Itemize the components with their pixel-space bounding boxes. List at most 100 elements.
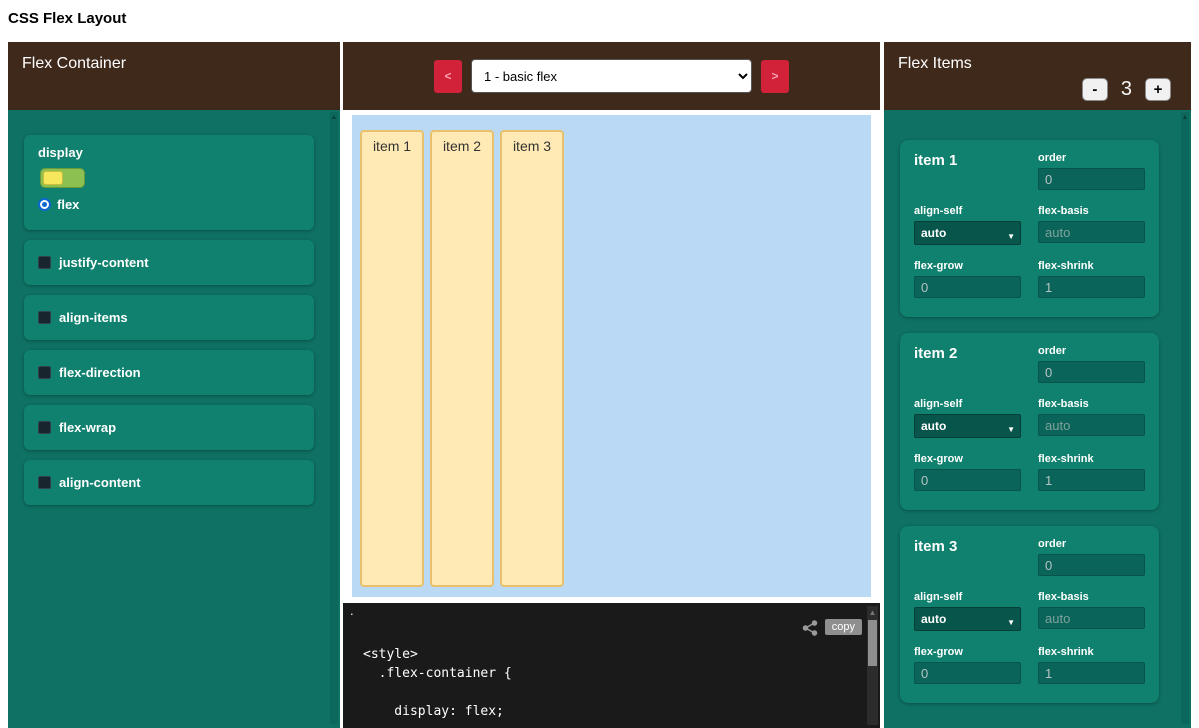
item-3-flex-shrink-input[interactable]: [1038, 662, 1145, 684]
remove-item-button[interactable]: -: [1082, 78, 1108, 101]
item-1-align-self-field: align-self auto ▼: [914, 205, 1021, 245]
item-3-card: item 3 order align-self auto ▼: [900, 526, 1159, 703]
item-2-align-self-select[interactable]: auto: [914, 414, 1021, 438]
center-panel: < 1 - basic flex > item 1 item 2 item 3 …: [343, 42, 880, 728]
item-2-flex-basis-input[interactable]: [1038, 414, 1145, 436]
preset-bar: < 1 - basic flex >: [343, 42, 880, 110]
item-2-title-cell: item 2: [914, 345, 1021, 383]
flex-direction-checkbox[interactable]: [38, 366, 51, 379]
item-1-align-self-select[interactable]: auto: [914, 221, 1021, 245]
item-3-title: item 3: [914, 536, 957, 555]
item-2-title: item 2: [914, 343, 957, 362]
order-label: order: [1038, 152, 1145, 164]
flex-playground: item 1 item 2 item 3: [352, 115, 871, 597]
flex-grow-label: flex-grow: [914, 453, 1021, 465]
code-scroll-thumb[interactable]: [868, 620, 877, 666]
code-scrollbar[interactable]: ▲: [867, 606, 878, 725]
code-scroll-up-icon[interactable]: ▲: [867, 606, 878, 619]
item-3-title-cell: item 3: [914, 538, 1021, 576]
item-3-order-input[interactable]: [1038, 554, 1145, 576]
flex-wrap-checkbox[interactable]: [38, 421, 51, 434]
item-3-align-self-select[interactable]: auto: [914, 607, 1021, 631]
item-1-flex-grow-field: flex-grow: [914, 260, 1021, 298]
item-1-flex-shrink-field: flex-shrink: [1038, 260, 1145, 298]
css-code-block: <style> .flex-container { display: flex;: [363, 645, 512, 721]
item-1-title: item 1: [914, 150, 957, 169]
playground-item-2: item 2: [430, 130, 494, 587]
flex-shrink-label: flex-shrink: [1038, 453, 1145, 465]
item-1-card: item 1 order align-self auto ▼: [900, 140, 1159, 317]
code-panel: . copy <style> .flex-container { display…: [343, 603, 880, 728]
item-1-flex-basis-field: flex-basis: [1038, 205, 1145, 245]
align-self-label: align-self: [914, 398, 1021, 410]
prev-preset-button[interactable]: <: [434, 60, 462, 93]
flex-shrink-label: flex-shrink: [1038, 646, 1145, 658]
align-self-label: align-self: [914, 591, 1021, 603]
item-3-flex-basis-input[interactable]: [1038, 607, 1145, 629]
item-2-flex-shrink-input[interactable]: [1038, 469, 1145, 491]
display-flex-radio-row: flex: [38, 197, 300, 212]
align-self-label: align-self: [914, 205, 1021, 217]
right-panel-scrollbar[interactable]: ▲: [1181, 112, 1189, 724]
align-items-checkbox[interactable]: [38, 311, 51, 324]
align-content-checkbox[interactable]: [38, 476, 51, 489]
align-content-label: align-content: [59, 475, 141, 490]
item-1-flex-grow-input[interactable]: [914, 276, 1021, 298]
copy-button[interactable]: copy: [825, 619, 862, 635]
playground-item-1: item 1: [360, 130, 424, 587]
item-3-flex-shrink-field: flex-shrink: [1038, 646, 1145, 684]
flex-direction-label: flex-direction: [59, 365, 141, 380]
item-1-order-field: order: [1038, 152, 1145, 190]
playground-item-3: item 3: [500, 130, 564, 587]
item-count-controls: - 3 +: [1082, 78, 1171, 101]
flex-container-panel: Flex Container display flex justify-cont…: [8, 42, 340, 728]
item-2-card: item 2 order align-self auto ▼: [900, 333, 1159, 510]
flex-basis-label: flex-basis: [1038, 205, 1145, 217]
item-2-order-input[interactable]: [1038, 361, 1145, 383]
flex-shrink-label: flex-shrink: [1038, 260, 1145, 272]
page-title: CSS Flex Layout: [8, 10, 126, 27]
align-items-label: align-items: [59, 310, 128, 325]
flex-container-panel-header: Flex Container: [8, 42, 340, 110]
justify-content-checkbox[interactable]: [38, 256, 51, 269]
item-2-flex-shrink-field: flex-shrink: [1038, 453, 1145, 491]
flex-items-panel: Flex Items - 3 + item 1 order align-self: [884, 42, 1191, 728]
item-2-flex-grow-field: flex-grow: [914, 453, 1021, 491]
flex-items-panel-body: item 1 order align-self auto ▼: [884, 110, 1191, 728]
add-item-button[interactable]: +: [1145, 78, 1171, 101]
next-preset-button[interactable]: >: [761, 60, 789, 93]
flex-items-panel-header: Flex Items - 3 +: [884, 42, 1191, 110]
option-card-align-content: align-content: [24, 460, 314, 505]
item-1-flex-basis-input[interactable]: [1038, 221, 1145, 243]
item-2-flex-grow-input[interactable]: [914, 469, 1021, 491]
scroll-up-icon[interactable]: ▲: [330, 112, 338, 123]
flex-grow-label: flex-grow: [914, 260, 1021, 272]
code-corner-dot: .: [350, 603, 354, 618]
item-count: 3: [1121, 78, 1132, 101]
item-1-flex-shrink-input[interactable]: [1038, 276, 1145, 298]
item-2-align-self-field: align-self auto ▼: [914, 398, 1021, 438]
display-toggle[interactable]: [40, 168, 85, 188]
flex-radio[interactable]: [38, 198, 51, 211]
display-card: display flex: [24, 135, 314, 230]
item-1-title-cell: item 1: [914, 152, 1021, 190]
item-2-order-field: order: [1038, 345, 1145, 383]
display-label: display: [38, 145, 300, 160]
item-3-align-self-field: align-self auto ▼: [914, 591, 1021, 631]
share-icon[interactable]: [802, 620, 818, 641]
flex-container-panel-body: display flex justify-content align-items…: [8, 110, 340, 728]
order-label: order: [1038, 345, 1145, 357]
flex-container-panel-title: Flex Container: [22, 55, 126, 72]
justify-content-label: justify-content: [59, 255, 149, 270]
option-card-flex-direction: flex-direction: [24, 350, 314, 395]
left-panel-scrollbar[interactable]: ▲: [330, 112, 338, 724]
item-3-flex-basis-field: flex-basis: [1038, 591, 1145, 631]
item-3-flex-grow-input[interactable]: [914, 662, 1021, 684]
item-1-order-input[interactable]: [1038, 168, 1145, 190]
item-2-flex-basis-field: flex-basis: [1038, 398, 1145, 438]
flex-radio-label: flex: [57, 197, 79, 212]
flex-wrap-label: flex-wrap: [59, 420, 116, 435]
preset-select[interactable]: 1 - basic flex: [471, 59, 752, 93]
display-toggle-knob: [43, 171, 63, 185]
scroll-up-icon[interactable]: ▲: [1181, 112, 1189, 123]
